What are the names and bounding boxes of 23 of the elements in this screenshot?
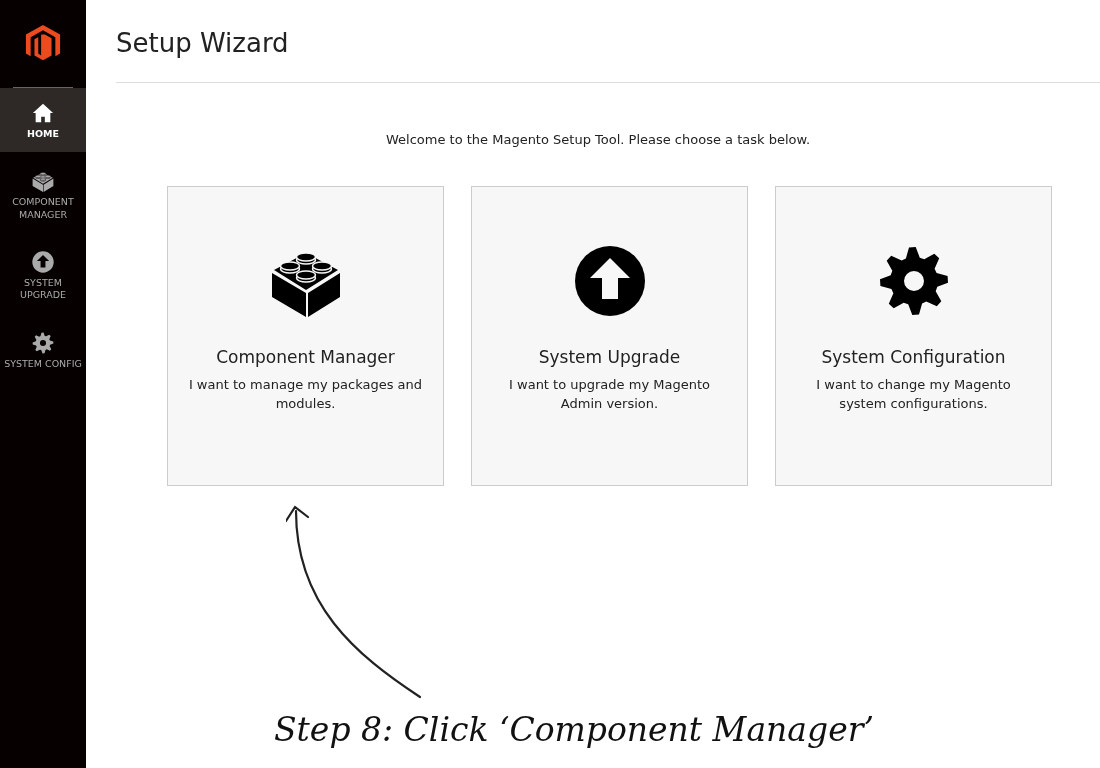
- task-card[interactable]: Component Manager I want to manage my packages and modules.: [167, 185, 444, 486]
- task-description: I want to change my Magento system configurations.: [815, 376, 1012, 414]
- sidebar-item[interactable]: SYSTEM UPGRADE: [0, 237, 86, 314]
- gear-icon: [32, 331, 54, 354]
- logo-icon: [25, 25, 61, 63]
- task-description: I want to manage my packages and modules.: [187, 376, 424, 414]
- gear-icon: [877, 244, 950, 317]
- page-title: Setup Wizard: [116, 28, 290, 60]
- home-icon: [32, 102, 54, 124]
- block-icon: [32, 170, 54, 193]
- sidebar-item[interactable]: COMPONENT MANAGER: [0, 156, 86, 234]
- annotation-text: Step 8: Click ‘Component Manager’: [274, 709, 874, 751]
- up-arrow-circle-icon: [573, 244, 646, 317]
- task-description: I want to upgrade my Magento Admin version.: [508, 376, 711, 414]
- intro-text: Welcome to the Magento Setup Tool. Please choose a task below.: [385, 131, 811, 150]
- task-card[interactable]: System Upgrade I want to upgrade my Magento Admin version.: [471, 185, 748, 486]
- task-title: Component Manager: [216, 345, 395, 369]
- up-arrow-circle-icon: [32, 251, 54, 274]
- sidebar-item[interactable]: HOME: [0, 88, 86, 153]
- sidebar-item[interactable]: SYSTEM CONFIG: [0, 317, 86, 383]
- task-title: System Upgrade: [538, 345, 681, 369]
- task-card[interactable]: System Configuration I want to change my Magento system configurations.: [775, 185, 1052, 486]
- task-title: System Configuration: [821, 345, 1006, 369]
